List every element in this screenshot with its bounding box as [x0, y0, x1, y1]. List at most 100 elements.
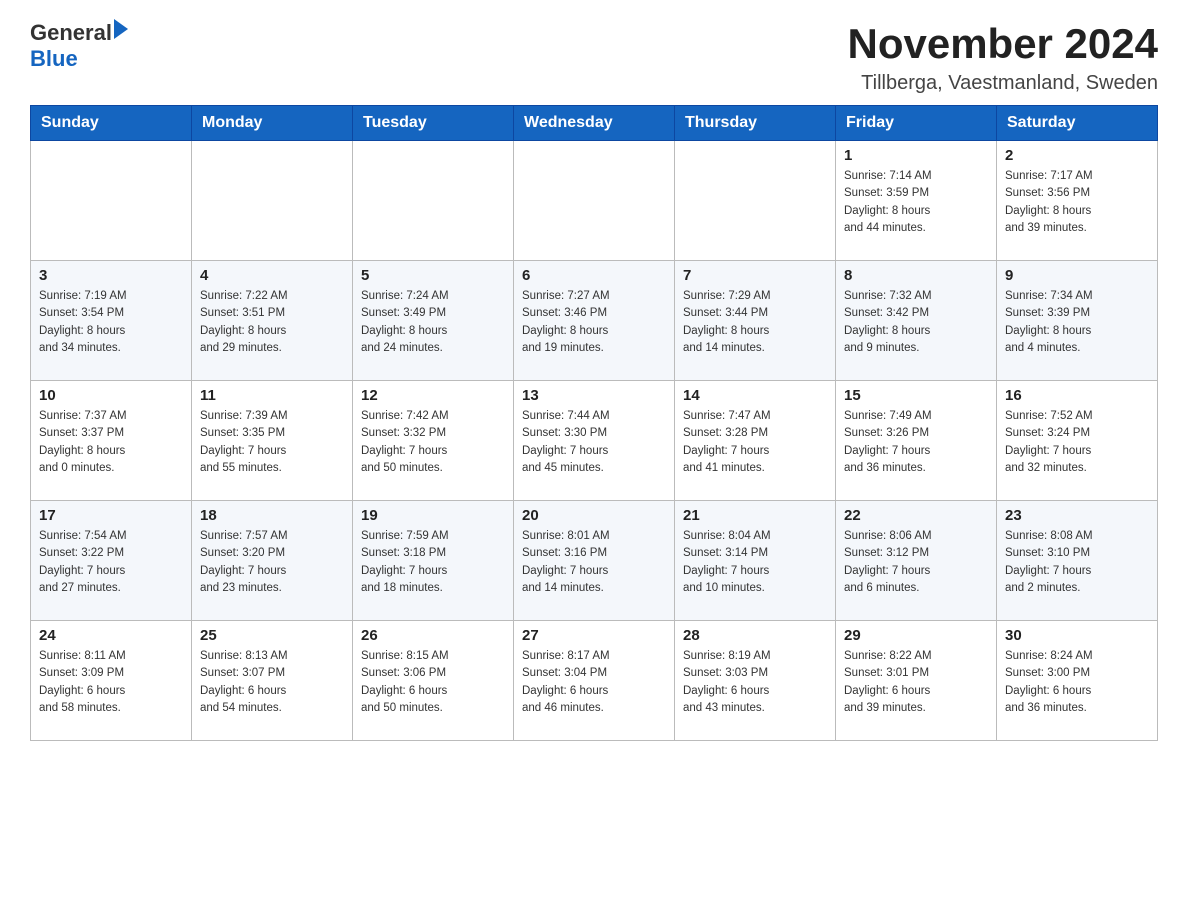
day-number: 21 — [683, 507, 827, 524]
day-number: 15 — [844, 387, 988, 404]
calendar-cell — [192, 141, 353, 261]
header-wednesday: Wednesday — [514, 106, 675, 141]
day-number: 25 — [200, 627, 344, 644]
day-info: Sunrise: 8:19 AM Sunset: 3:03 PM Dayligh… — [683, 648, 827, 717]
calendar-cell: 16 Sunrise: 7:52 AM Sunset: 3:24 PM Dayli… — [997, 381, 1158, 501]
calendar-cell: 23 Sunrise: 8:08 AM Sunset: 3:10 PM Dayli… — [997, 501, 1158, 621]
header-friday: Friday — [836, 106, 997, 141]
day-number: 23 — [1005, 507, 1149, 524]
calendar-cell: 21 Sunrise: 8:04 AM Sunset: 3:14 PM Dayli… — [675, 501, 836, 621]
calendar-cell: 3 Sunrise: 7:19 AM Sunset: 3:54 PM Daylig… — [31, 261, 192, 381]
day-number: 29 — [844, 627, 988, 644]
day-number: 11 — [200, 387, 344, 404]
calendar-cell: 29 Sunrise: 8:22 AM Sunset: 3:01 PM Dayli… — [836, 621, 997, 741]
day-info: Sunrise: 7:32 AM Sunset: 3:42 PM Dayligh… — [844, 288, 988, 357]
week-row-4: 17Sunrise: 7:54 AM Sunset: 3:22 PM Dayli… — [31, 501, 1158, 621]
calendar-cell — [675, 141, 836, 261]
day-info: Sunrise: 8:22 AM Sunset: 3:01 PM Dayligh… — [844, 648, 988, 717]
day-number: 7 — [683, 267, 827, 284]
logo: General Blue — [30, 20, 128, 72]
day-number: 27 — [522, 627, 666, 644]
week-row-3: 10Sunrise: 7:37 AM Sunset: 3:37 PM Dayli… — [31, 381, 1158, 501]
day-info: Sunrise: 7:52 AM Sunset: 3:24 PM Dayligh… — [1005, 408, 1149, 477]
header-thursday: Thursday — [675, 106, 836, 141]
day-info: Sunrise: 7:34 AM Sunset: 3:39 PM Dayligh… — [1005, 288, 1149, 357]
header-monday: Monday — [192, 106, 353, 141]
calendar-cell: 22 Sunrise: 8:06 AM Sunset: 3:12 PM Dayli… — [836, 501, 997, 621]
day-number: 16 — [1005, 387, 1149, 404]
day-number: 17 — [39, 507, 183, 524]
day-number: 12 — [361, 387, 505, 404]
day-number: 3 — [39, 267, 183, 284]
calendar-cell: 8Sunrise: 7:32 AM Sunset: 3:42 PM Daylig… — [836, 261, 997, 381]
day-info: Sunrise: 8:24 AM Sunset: 3:00 PM Dayligh… — [1005, 648, 1149, 717]
day-number: 14 — [683, 387, 827, 404]
calendar-cell: 6 Sunrise: 7:27 AM Sunset: 3:46 PM Daylig… — [514, 261, 675, 381]
calendar-cell — [31, 141, 192, 261]
day-info: Sunrise: 8:01 AM Sunset: 3:16 PM Dayligh… — [522, 528, 666, 597]
calendar-cell: 13 Sunrise: 7:44 AM Sunset: 3:30 PM Dayli… — [514, 381, 675, 501]
calendar-cell: 2Sunrise: 7:17 AM Sunset: 3:56 PM Daylig… — [997, 141, 1158, 261]
calendar-cell: 11 Sunrise: 7:39 AM Sunset: 3:35 PM Dayli… — [192, 381, 353, 501]
calendar-table: SundayMondayTuesdayWednesdayThursdayFrid… — [30, 105, 1158, 741]
day-info: Sunrise: 7:59 AM Sunset: 3:18 PM Dayligh… — [361, 528, 505, 597]
day-number: 9 — [1005, 267, 1149, 284]
week-row-2: 3 Sunrise: 7:19 AM Sunset: 3:54 PM Daylig… — [31, 261, 1158, 381]
location-title: Tillberga, Vaestmanland, Sweden — [847, 72, 1158, 95]
day-info: Sunrise: 8:04 AM Sunset: 3:14 PM Dayligh… — [683, 528, 827, 597]
day-info: Sunrise: 7:27 AM Sunset: 3:46 PM Dayligh… — [522, 288, 666, 357]
day-info: Sunrise: 7:42 AM Sunset: 3:32 PM Dayligh… — [361, 408, 505, 477]
calendar-header-row: SundayMondayTuesdayWednesdayThursdayFrid… — [31, 106, 1158, 141]
day-info: Sunrise: 8:17 AM Sunset: 3:04 PM Dayligh… — [522, 648, 666, 717]
day-info: Sunrise: 8:08 AM Sunset: 3:10 PM Dayligh… — [1005, 528, 1149, 597]
calendar-cell: 4 Sunrise: 7:22 AM Sunset: 3:51 PM Daylig… — [192, 261, 353, 381]
month-title: November 2024 — [847, 20, 1158, 68]
calendar-cell: 28Sunrise: 8:19 AM Sunset: 3:03 PM Dayli… — [675, 621, 836, 741]
logo-triangle-icon — [114, 19, 128, 39]
day-number: 13 — [522, 387, 666, 404]
calendar-cell: 9 Sunrise: 7:34 AM Sunset: 3:39 PM Daylig… — [997, 261, 1158, 381]
day-info: Sunrise: 7:39 AM Sunset: 3:35 PM Dayligh… — [200, 408, 344, 477]
day-info: Sunrise: 7:57 AM Sunset: 3:20 PM Dayligh… — [200, 528, 344, 597]
day-number: 26 — [361, 627, 505, 644]
calendar-cell: 19 Sunrise: 7:59 AM Sunset: 3:18 PM Dayli… — [353, 501, 514, 621]
day-info: Sunrise: 7:49 AM Sunset: 3:26 PM Dayligh… — [844, 408, 988, 477]
calendar-cell: 30Sunrise: 8:24 AM Sunset: 3:00 PM Dayli… — [997, 621, 1158, 741]
logo-blue: Blue — [30, 46, 128, 72]
day-number: 22 — [844, 507, 988, 524]
day-info: Sunrise: 7:17 AM Sunset: 3:56 PM Dayligh… — [1005, 168, 1149, 237]
day-info: Sunrise: 7:44 AM Sunset: 3:30 PM Dayligh… — [522, 408, 666, 477]
logo-general: General — [30, 20, 112, 46]
calendar-cell: 15 Sunrise: 7:49 AM Sunset: 3:26 PM Dayli… — [836, 381, 997, 501]
day-number: 18 — [200, 507, 344, 524]
calendar-cell: 1Sunrise: 7:14 AM Sunset: 3:59 PM Daylig… — [836, 141, 997, 261]
day-info: Sunrise: 7:47 AM Sunset: 3:28 PM Dayligh… — [683, 408, 827, 477]
day-number: 5 — [361, 267, 505, 284]
header-saturday: Saturday — [997, 106, 1158, 141]
day-number: 6 — [522, 267, 666, 284]
calendar-cell: 12 Sunrise: 7:42 AM Sunset: 3:32 PM Dayli… — [353, 381, 514, 501]
day-info: Sunrise: 7:14 AM Sunset: 3:59 PM Dayligh… — [844, 168, 988, 237]
week-row-5: 24Sunrise: 8:11 AM Sunset: 3:09 PM Dayli… — [31, 621, 1158, 741]
calendar-cell — [353, 141, 514, 261]
calendar-cell: 24Sunrise: 8:11 AM Sunset: 3:09 PM Dayli… — [31, 621, 192, 741]
day-info: Sunrise: 8:06 AM Sunset: 3:12 PM Dayligh… — [844, 528, 988, 597]
day-info: Sunrise: 7:22 AM Sunset: 3:51 PM Dayligh… — [200, 288, 344, 357]
calendar-cell: 17Sunrise: 7:54 AM Sunset: 3:22 PM Dayli… — [31, 501, 192, 621]
day-info: Sunrise: 7:37 AM Sunset: 3:37 PM Dayligh… — [39, 408, 183, 477]
day-number: 20 — [522, 507, 666, 524]
day-info: Sunrise: 7:24 AM Sunset: 3:49 PM Dayligh… — [361, 288, 505, 357]
day-number: 4 — [200, 267, 344, 284]
day-info: Sunrise: 8:15 AM Sunset: 3:06 PM Dayligh… — [361, 648, 505, 717]
day-number: 19 — [361, 507, 505, 524]
day-info: Sunrise: 7:19 AM Sunset: 3:54 PM Dayligh… — [39, 288, 183, 357]
calendar-cell: 7 Sunrise: 7:29 AM Sunset: 3:44 PM Daylig… — [675, 261, 836, 381]
calendar-cell — [514, 141, 675, 261]
header-tuesday: Tuesday — [353, 106, 514, 141]
calendar-cell: 25 Sunrise: 8:13 AM Sunset: 3:07 PM Dayli… — [192, 621, 353, 741]
day-info: Sunrise: 8:13 AM Sunset: 3:07 PM Dayligh… — [200, 648, 344, 717]
calendar-cell: 18 Sunrise: 7:57 AM Sunset: 3:20 PM Dayli… — [192, 501, 353, 621]
day-info: Sunrise: 7:29 AM Sunset: 3:44 PM Dayligh… — [683, 288, 827, 357]
calendar-cell: 27 Sunrise: 8:17 AM Sunset: 3:04 PM Dayli… — [514, 621, 675, 741]
page-header: General Blue November 2024 Tillberga, Va… — [30, 20, 1158, 95]
